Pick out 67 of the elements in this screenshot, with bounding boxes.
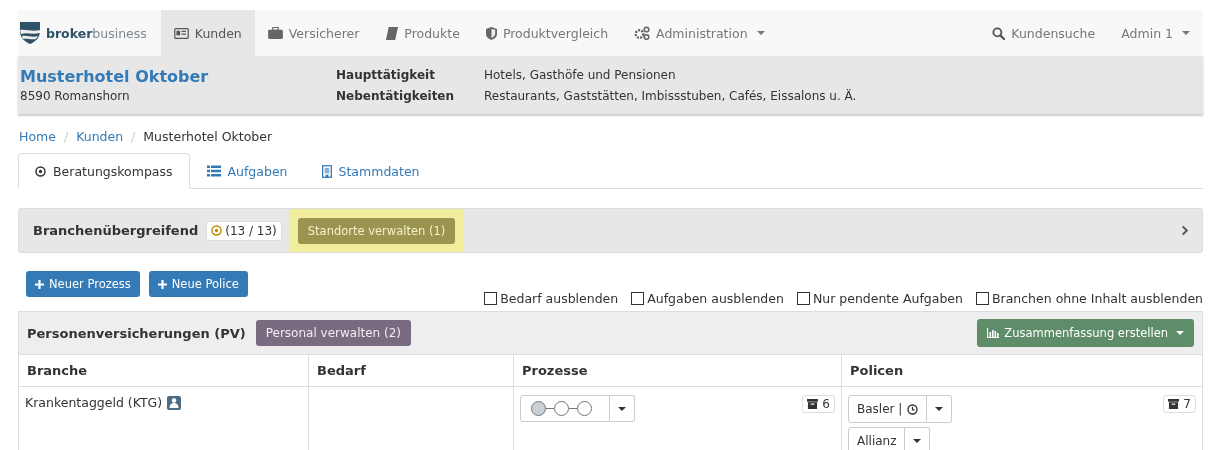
customer-city: 8590 Romanshorn <box>20 89 131 103</box>
dropdown-toggle[interactable] <box>610 395 635 422</box>
column-header: Branche <box>19 355 309 387</box>
checkbox[interactable] <box>975 292 989 305</box>
gears-icon <box>634 26 651 40</box>
column-header: Bedarf <box>308 355 514 387</box>
tab[interactable]: Beratungskompass <box>18 153 190 189</box>
bar-chart-icon <box>987 328 1000 338</box>
breadcrumb-link[interactable]: Kunden <box>76 128 124 144</box>
plus-icon <box>35 279 44 289</box>
breadcrumb-link[interactable]: Home <box>19 128 56 144</box>
add-button[interactable]: Neue Police <box>148 271 248 297</box>
dropdown-toggle[interactable] <box>927 395 953 423</box>
breadcrumb-separator: / <box>131 128 136 144</box>
caret-icon <box>935 407 944 411</box>
manage-staff-button[interactable]: Personal verwalten (2) <box>255 320 411 346</box>
field-value: Hotels, Gasthöfe und Pensionen <box>484 67 677 82</box>
panel-title: Branchenübergreifend <box>33 223 199 238</box>
count-text: 7 <box>1183 397 1191 411</box>
field-value: Restaurants, Gaststätten, Imbissstuben, Cafés, Eissalons u. Ä. <box>484 88 857 103</box>
chevron-right-icon[interactable] <box>1181 225 1189 236</box>
policy-button[interactable]: Allianz <box>848 427 906 450</box>
caret-icon <box>618 406 626 411</box>
archive-icon <box>807 399 819 409</box>
book-icon <box>385 26 399 40</box>
nav-item[interactable]: Administration <box>621 10 778 56</box>
caret-icon <box>913 439 922 443</box>
list-icon <box>206 165 221 177</box>
tab[interactable]: Stammdaten <box>304 153 437 189</box>
section-title: Personenversicherungen (PV) <box>27 325 246 341</box>
nav-item[interactable]: Kundensuche <box>979 10 1109 56</box>
checkbox[interactable] <box>484 292 498 305</box>
tab[interactable]: Aufgaben <box>189 153 305 189</box>
policy-button[interactable]: Basler | <box>848 395 928 423</box>
checkbox[interactable] <box>631 292 645 305</box>
summary-button[interactable]: Zusammenfassung erstellen <box>977 319 1194 347</box>
add-button[interactable]: Neuer Prozess <box>26 271 140 297</box>
manage-locations-button[interactable]: Standorte verwalten (1) <box>297 217 456 244</box>
nav-item[interactable]: Produkte <box>372 10 473 56</box>
nav-item[interactable]: Admin 1 <box>1108 10 1203 56</box>
page-title: Musterhotel Oktober <box>143 128 273 144</box>
compass-icon <box>211 225 223 236</box>
count-text: (13 / 13) <box>225 223 277 238</box>
id-card-icon <box>173 27 189 39</box>
customer-name: Musterhotel Oktober <box>20 67 210 86</box>
count-text: 6 <box>822 397 830 411</box>
building-icon <box>321 164 332 178</box>
field-label: Nebentätigkeiten <box>336 88 456 103</box>
nav-item[interactable]: Versicherer <box>254 10 373 56</box>
logo-text[interactable]: brokerbusiness <box>46 25 147 41</box>
field-label: Haupttätigkeit <box>336 67 436 82</box>
caret-icon <box>1176 331 1184 335</box>
table-cell: Krankentaggeld (KTG) <box>25 395 163 410</box>
breadcrumb-separator: / <box>63 128 69 144</box>
shield-icon <box>485 26 497 40</box>
archive-icon <box>1168 399 1180 409</box>
process-steps-button[interactable] <box>520 395 610 422</box>
dropdown-toggle[interactable] <box>905 427 931 450</box>
briefcase-icon <box>267 27 283 39</box>
search-icon <box>992 26 1006 40</box>
nav-item[interactable]: Produktvergleich <box>472 10 622 56</box>
plus-icon <box>157 279 167 289</box>
column-header: Prozesse <box>513 355 842 387</box>
compass-icon <box>35 165 46 177</box>
checkbox[interactable] <box>796 292 810 305</box>
column-header: Policen <box>841 355 1202 387</box>
nav-item[interactable]: Kunden <box>160 10 255 56</box>
